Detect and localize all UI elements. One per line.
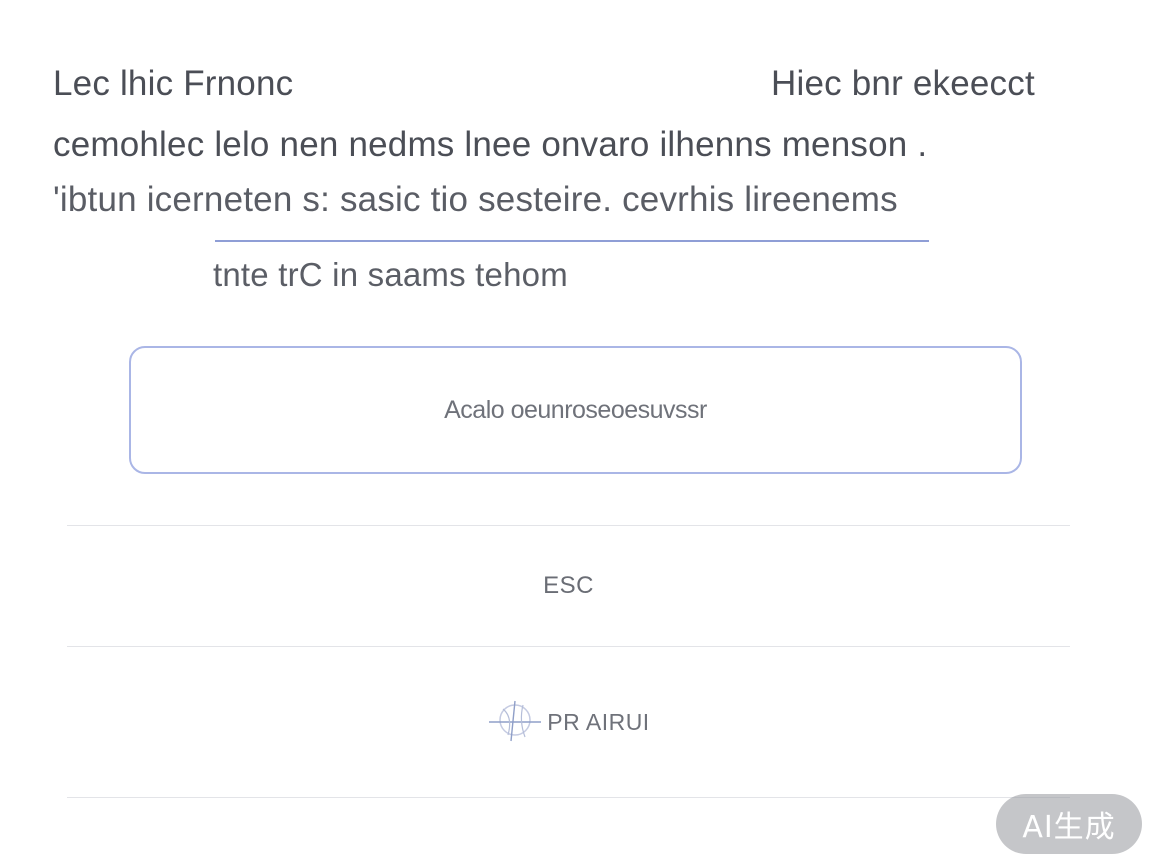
description-line-1: cemohlec lelo nen nedms lnee onvaro ilhe… bbox=[53, 125, 928, 164]
esc-button[interactable]: ESC bbox=[67, 527, 1070, 645]
globe-icon bbox=[487, 695, 543, 750]
pr-button[interactable]: PR AIRUI bbox=[67, 648, 1070, 796]
divider bbox=[67, 525, 1070, 526]
esc-label: ESC bbox=[543, 572, 594, 599]
pr-label: PR AIRUI bbox=[547, 708, 650, 735]
search-input[interactable]: Acalo oeunroseoesuvssr bbox=[129, 346, 1022, 474]
ai-badge-label: AI生成 bbox=[1022, 810, 1116, 845]
ai-generated-badge: AI生成 bbox=[996, 794, 1142, 854]
subtitle: tnte trC in saams tehom bbox=[213, 256, 568, 293]
description-line-2: 'ibtun icerneten s: sasic tio sesteire. … bbox=[53, 180, 898, 219]
header-title-right: Hiec bnr ekeecct bbox=[771, 64, 1035, 103]
header-title-left: Lec lhic Frnonc bbox=[53, 64, 294, 103]
divider bbox=[67, 797, 1070, 798]
section-underline bbox=[215, 240, 929, 242]
divider bbox=[67, 646, 1070, 647]
search-placeholder: Acalo oeunroseoesuvssr bbox=[444, 395, 707, 424]
